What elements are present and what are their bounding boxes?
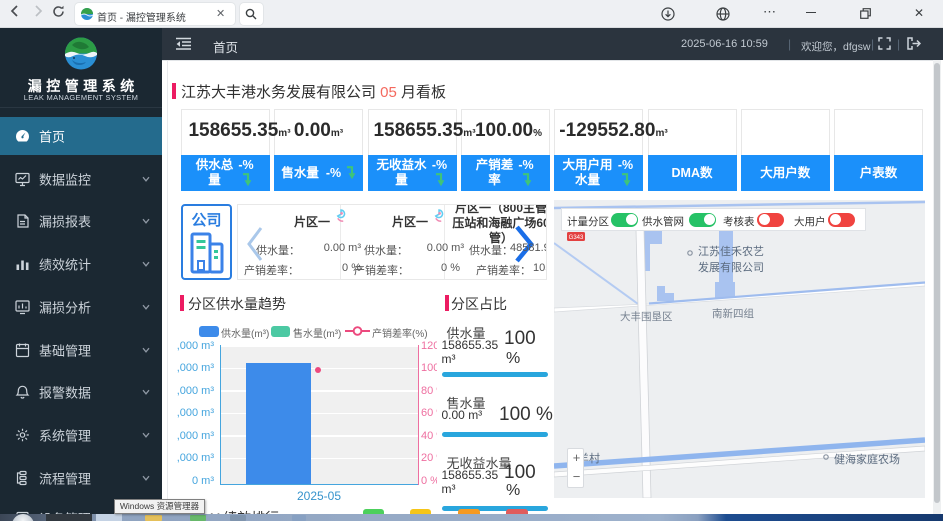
svg-text:G343: G343 xyxy=(569,235,584,241)
